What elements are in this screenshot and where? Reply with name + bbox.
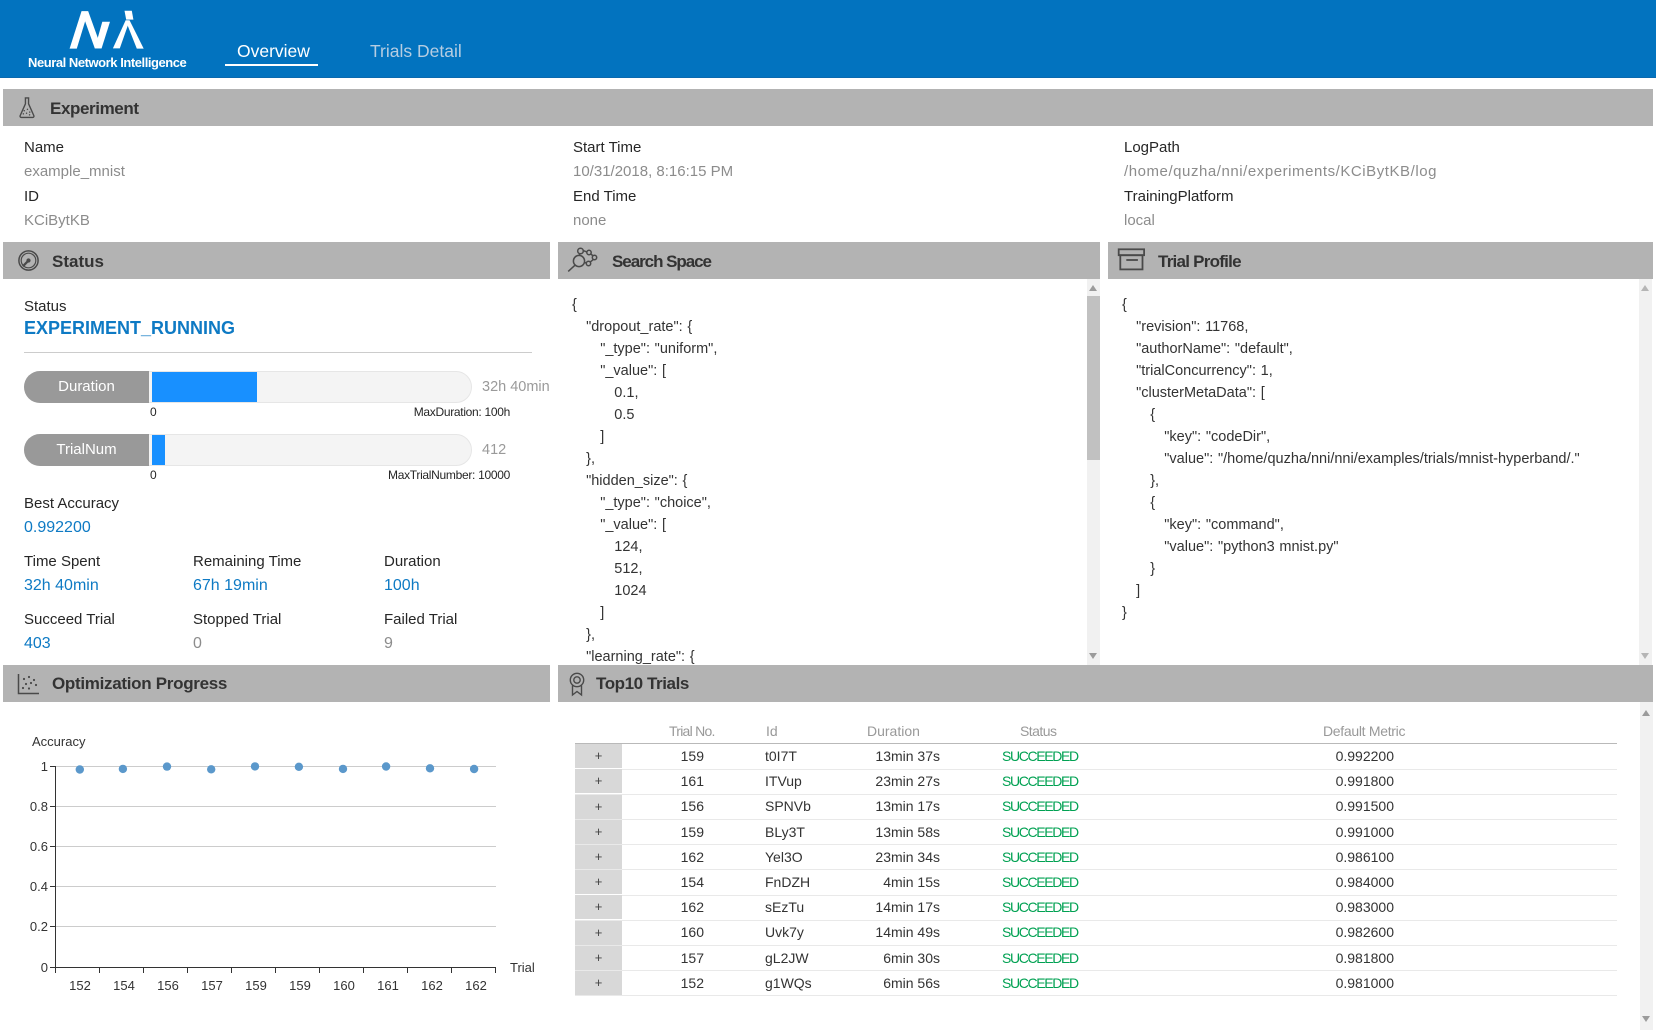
svg-text:Trial: Trial: [510, 960, 535, 975]
svg-text:0.6: 0.6: [30, 839, 48, 854]
svg-text:159: 159: [289, 978, 311, 993]
svg-text:154: 154: [113, 978, 135, 993]
svg-text:1: 1: [41, 759, 48, 774]
svg-text:156: 156: [157, 978, 179, 993]
svg-text:157: 157: [201, 978, 223, 993]
svg-text:0.4: 0.4: [30, 879, 48, 894]
svg-text:162: 162: [465, 978, 487, 993]
svg-text:152: 152: [69, 978, 91, 993]
svg-text:0: 0: [41, 960, 48, 975]
svg-text:161: 161: [377, 978, 399, 993]
svg-text:159: 159: [245, 978, 267, 993]
svg-text:160: 160: [333, 978, 355, 993]
svg-text:0.8: 0.8: [30, 799, 48, 814]
svg-text:Accuracy: Accuracy: [32, 734, 86, 749]
svg-text:162: 162: [421, 978, 443, 993]
svg-text:0.2: 0.2: [30, 919, 48, 934]
